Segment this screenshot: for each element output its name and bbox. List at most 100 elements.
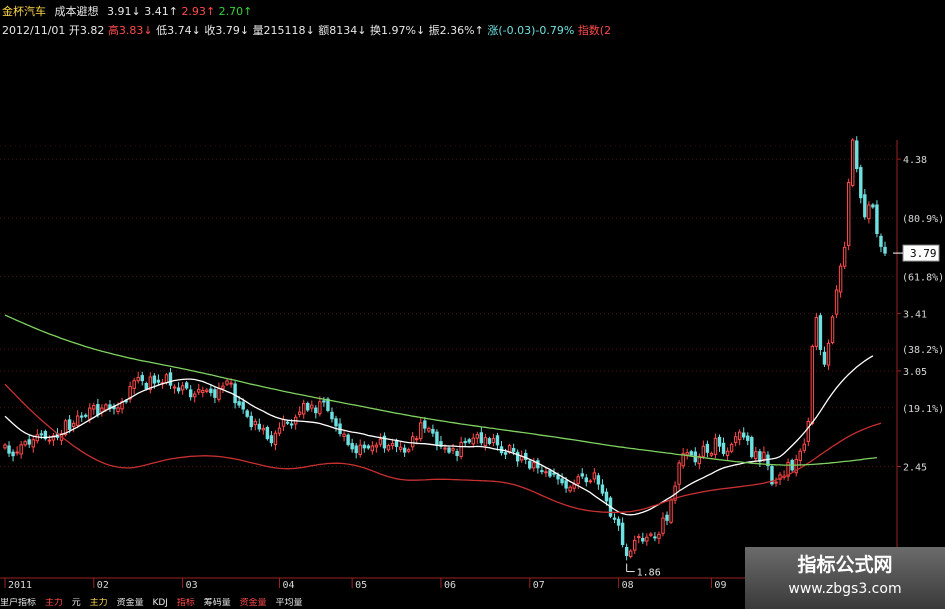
- stock-name[interactable]: 金杯汽车: [2, 5, 46, 18]
- indicator-tab[interactable]: 里户指标: [0, 598, 36, 608]
- last-price-label: 3.79: [910, 247, 937, 260]
- candle-body-down: [467, 439, 471, 443]
- indicator-tab[interactable]: 筹码量: [204, 598, 231, 608]
- axis-labels: 4.38 3.41 3.05 2.45 (80.9%) (61.8%) (38.2%) (19…: [8, 155, 944, 591]
- candle-body-up: [390, 442, 395, 447]
- candle-body-up: [713, 437, 718, 455]
- candle-body-down: [265, 426, 270, 440]
- candle-body-up: [398, 446, 403, 450]
- indicator-name[interactable]: 成本避想: [55, 5, 99, 18]
- candle-body-up: [253, 420, 257, 426]
- candle-body-down: [540, 470, 544, 473]
- candle-body-up: [75, 415, 80, 426]
- candle-body-up: [19, 444, 23, 455]
- candle-body-down: [362, 444, 366, 449]
- candle-body-up: [35, 434, 40, 442]
- candle-body-down: [245, 410, 249, 417]
- quote-index[interactable]: 指数(2: [578, 24, 611, 37]
- indicator-tab[interactable]: 资金量: [117, 598, 144, 608]
- candle-body-down: [269, 435, 274, 444]
- candle-body-down: [67, 419, 72, 430]
- quote-line-1: 金杯汽车 成本避想 3.91↓ 3.41↑ 2.93↑ 2.70↑: [2, 4, 252, 19]
- indicator-tab[interactable]: 元: [72, 598, 81, 608]
- candle-body-down: [455, 451, 459, 457]
- candle-body-down: [705, 443, 710, 453]
- time-tick-label: 05: [355, 580, 367, 591]
- candle-body-up: [281, 418, 286, 427]
- candle-body-up: [830, 316, 835, 343]
- candle-body-down: [27, 439, 31, 445]
- candle-body-up: [261, 427, 266, 431]
- candle-body-down: [584, 477, 588, 483]
- kline-chart: 4.38 3.41 3.05 2.45 (80.9%) (61.8%) (38.2%) (19…: [0, 136, 944, 591]
- time-tick-label: 03: [186, 580, 198, 591]
- quote-high: 高3.83: [107, 24, 144, 37]
- candle-body-down: [596, 475, 601, 485]
- arrow-down-icon: ↓: [191, 24, 201, 37]
- candle-body-up: [867, 204, 871, 220]
- candle-body-up: [201, 390, 205, 393]
- candle-body-up: [419, 422, 423, 440]
- arrow-down-icon: ↓: [415, 24, 426, 37]
- candle-body-down: [350, 443, 354, 450]
- candle-body-up: [588, 480, 593, 483]
- candle-body-up: [677, 462, 681, 485]
- quote-low: 低3.74: [156, 24, 192, 37]
- candle-body-up: [47, 439, 52, 442]
- candle-body-down: [144, 383, 148, 390]
- candle-body-up: [637, 536, 641, 539]
- candle-body-down: [600, 484, 605, 494]
- candle-body-up: [71, 422, 76, 428]
- fib-pct-label: (80.9%): [902, 214, 944, 225]
- candle-body-up: [415, 438, 419, 441]
- candle-body-down: [560, 478, 564, 484]
- candle-body-up: [180, 385, 185, 391]
- arrow-up-icon: ↑: [243, 5, 253, 18]
- fib-pct-label: (38.2%): [902, 345, 944, 356]
- candle-body-up: [657, 533, 661, 539]
- candle-body-down: [184, 382, 189, 389]
- indicator-tab[interactable]: 平均量: [276, 598, 303, 608]
- arrow-down-icon: ↓: [357, 24, 367, 37]
- candle-body-up: [443, 447, 447, 450]
- candle-body-down: [241, 401, 245, 410]
- candle-body-up: [592, 472, 597, 480]
- candle-body-down: [463, 441, 467, 444]
- candle-body-up: [132, 380, 136, 389]
- indicator-tab[interactable]: 主力: [45, 598, 63, 608]
- candle-body-up: [774, 481, 778, 484]
- candle-body-up: [846, 182, 851, 246]
- candle-body-down: [435, 431, 439, 446]
- arrow-down-icon: ↓: [239, 24, 250, 37]
- arrow-up-icon: ↑: [205, 5, 216, 18]
- ma-long-line: [4, 383, 882, 514]
- indicator-tab[interactable]: 主力: [90, 598, 108, 608]
- indicator-value-4: 2.70: [218, 5, 244, 18]
- candle-body-up: [685, 452, 689, 456]
- candle-body-up: [709, 452, 714, 456]
- time-tick-label: 2011: [8, 580, 32, 591]
- candle-body-down: [859, 167, 863, 199]
- quote-close: 收3.79: [204, 24, 240, 37]
- candle-body-down: [79, 415, 84, 418]
- indicator-tab[interactable]: 指标: [177, 598, 195, 608]
- candle-body-down: [855, 140, 859, 170]
- watermark-logo: 指标公式网 www.zbgs3.com: [745, 547, 945, 609]
- candle-body-up: [491, 438, 496, 443]
- moving-average-lines: [4, 314, 882, 516]
- arrow-down-icon: ↓: [305, 24, 315, 37]
- candle-body-down: [306, 402, 310, 411]
- indicator-tab[interactable]: 资金量: [240, 598, 267, 608]
- candle-body-up: [164, 374, 169, 384]
- candle-body-down: [717, 436, 722, 447]
- candle-body-down: [366, 445, 371, 449]
- candle-body-down: [548, 470, 552, 477]
- candle-body-down: [188, 389, 193, 398]
- indicator-tab[interactable]: KDJ: [152, 598, 168, 608]
- candle-body-up: [205, 389, 209, 392]
- candle-body-up: [572, 483, 576, 489]
- candle-body-down: [213, 389, 217, 398]
- candle-body-up: [544, 471, 548, 474]
- quote-amount: 额8134: [318, 24, 358, 37]
- candle-body-up: [217, 387, 221, 400]
